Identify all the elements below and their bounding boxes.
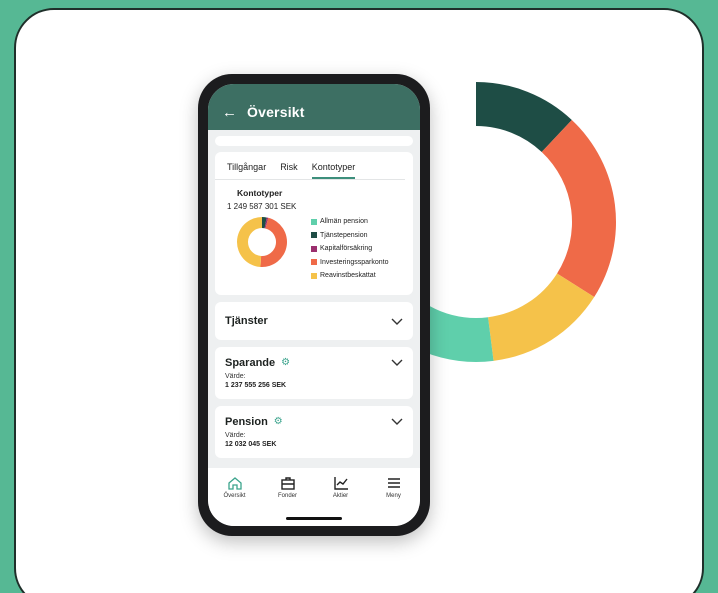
app-promo-card: ← Översikt Tillgångar Risk Kontotyper Ko… <box>14 8 704 593</box>
nav-oversikt[interactable]: Översikt <box>213 476 257 526</box>
tab-kontotyper[interactable]: Kontotyper <box>311 162 356 179</box>
chevron-down-icon[interactable] <box>391 359 403 367</box>
chevron-down-icon[interactable] <box>391 418 403 426</box>
legend-item: Allmän pension <box>311 215 388 229</box>
app-header: ← Översikt <box>208 84 420 130</box>
chart-legend: Allmän pension Tjänstepension Kapitalför… <box>311 215 388 283</box>
legend-swatch <box>311 232 317 239</box>
top-panel <box>215 136 413 146</box>
decorative-donut-slice <box>541 119 616 298</box>
legend-label: Allmän pension <box>320 218 368 226</box>
legend-swatch <box>311 272 317 279</box>
home-indicator <box>286 517 342 520</box>
tab-risk[interactable]: Risk <box>280 162 298 179</box>
legend-label: Kapitalförsäkring <box>320 245 373 253</box>
account-types-donut <box>237 217 287 267</box>
gear-icon[interactable]: ⚙ <box>281 357 290 368</box>
legend-item: Tjänstepension <box>311 229 388 243</box>
pension-section[interactable]: Pension ⚙ Värde: 12 032 045 SEK <box>215 405 413 458</box>
tjanster-section[interactable]: Tjänster <box>215 301 413 340</box>
gear-icon[interactable]: ⚙ <box>274 416 283 427</box>
nav-meny[interactable]: Meny <box>372 476 416 526</box>
section-title: Sparande <box>225 356 276 369</box>
phone-frame: ← Översikt Tillgångar Risk Kontotyper Ko… <box>198 74 430 536</box>
account-types-panel: Tillgångar Risk Kontotyper Kontotyper 1 … <box>215 152 413 295</box>
legend-label: Tjänstepension <box>320 231 368 239</box>
tab-bar: Tillgångar Risk Kontotyper <box>215 152 405 180</box>
briefcase-icon <box>280 477 295 490</box>
arrow-left-icon[interactable]: ← <box>222 104 237 121</box>
chevron-down-icon[interactable] <box>391 318 403 326</box>
legend-item: Reavinstbeskattat <box>311 269 388 283</box>
menu-icon <box>387 478 400 488</box>
chart-total: 1 249 587 301 SEK <box>227 202 297 211</box>
nav-label: Meny <box>386 493 401 499</box>
legend-swatch <box>311 259 317 266</box>
nav-label: Fonder <box>277 493 297 499</box>
phone-screen: ← Översikt Tillgångar Risk Kontotyper Ko… <box>208 84 420 526</box>
chart-title: Kontotyper <box>237 188 283 198</box>
section-title: Tjänster <box>225 314 268 327</box>
section-title: Pension <box>225 415 268 428</box>
tab-tillgangar[interactable]: Tillgångar <box>227 162 266 179</box>
home-icon <box>227 477 242 490</box>
chart-icon <box>333 477 348 490</box>
page-title: Översikt <box>247 104 305 120</box>
sparande-section[interactable]: Sparande ⚙ Värde: 1 237 555 256 SEK <box>215 346 413 399</box>
legend-swatch <box>311 245 317 252</box>
value-label: Värde: <box>225 372 246 380</box>
legend-label: Investeringssparkonto <box>320 258 389 266</box>
legend-swatch <box>311 218 317 225</box>
legend-item: Investeringssparkonto <box>311 256 388 270</box>
value-label: Värde: <box>225 431 246 439</box>
nav-label: Aktier <box>332 493 349 499</box>
value-amount: 1 237 555 256 SEK <box>225 381 287 389</box>
value-amount: 12 032 045 SEK <box>225 440 277 448</box>
legend-label: Reavinstbeskattat <box>320 272 376 280</box>
nav-label: Översikt <box>223 493 246 499</box>
legend-item: Kapitalförsäkring <box>311 242 388 256</box>
pie-slice <box>237 217 262 267</box>
